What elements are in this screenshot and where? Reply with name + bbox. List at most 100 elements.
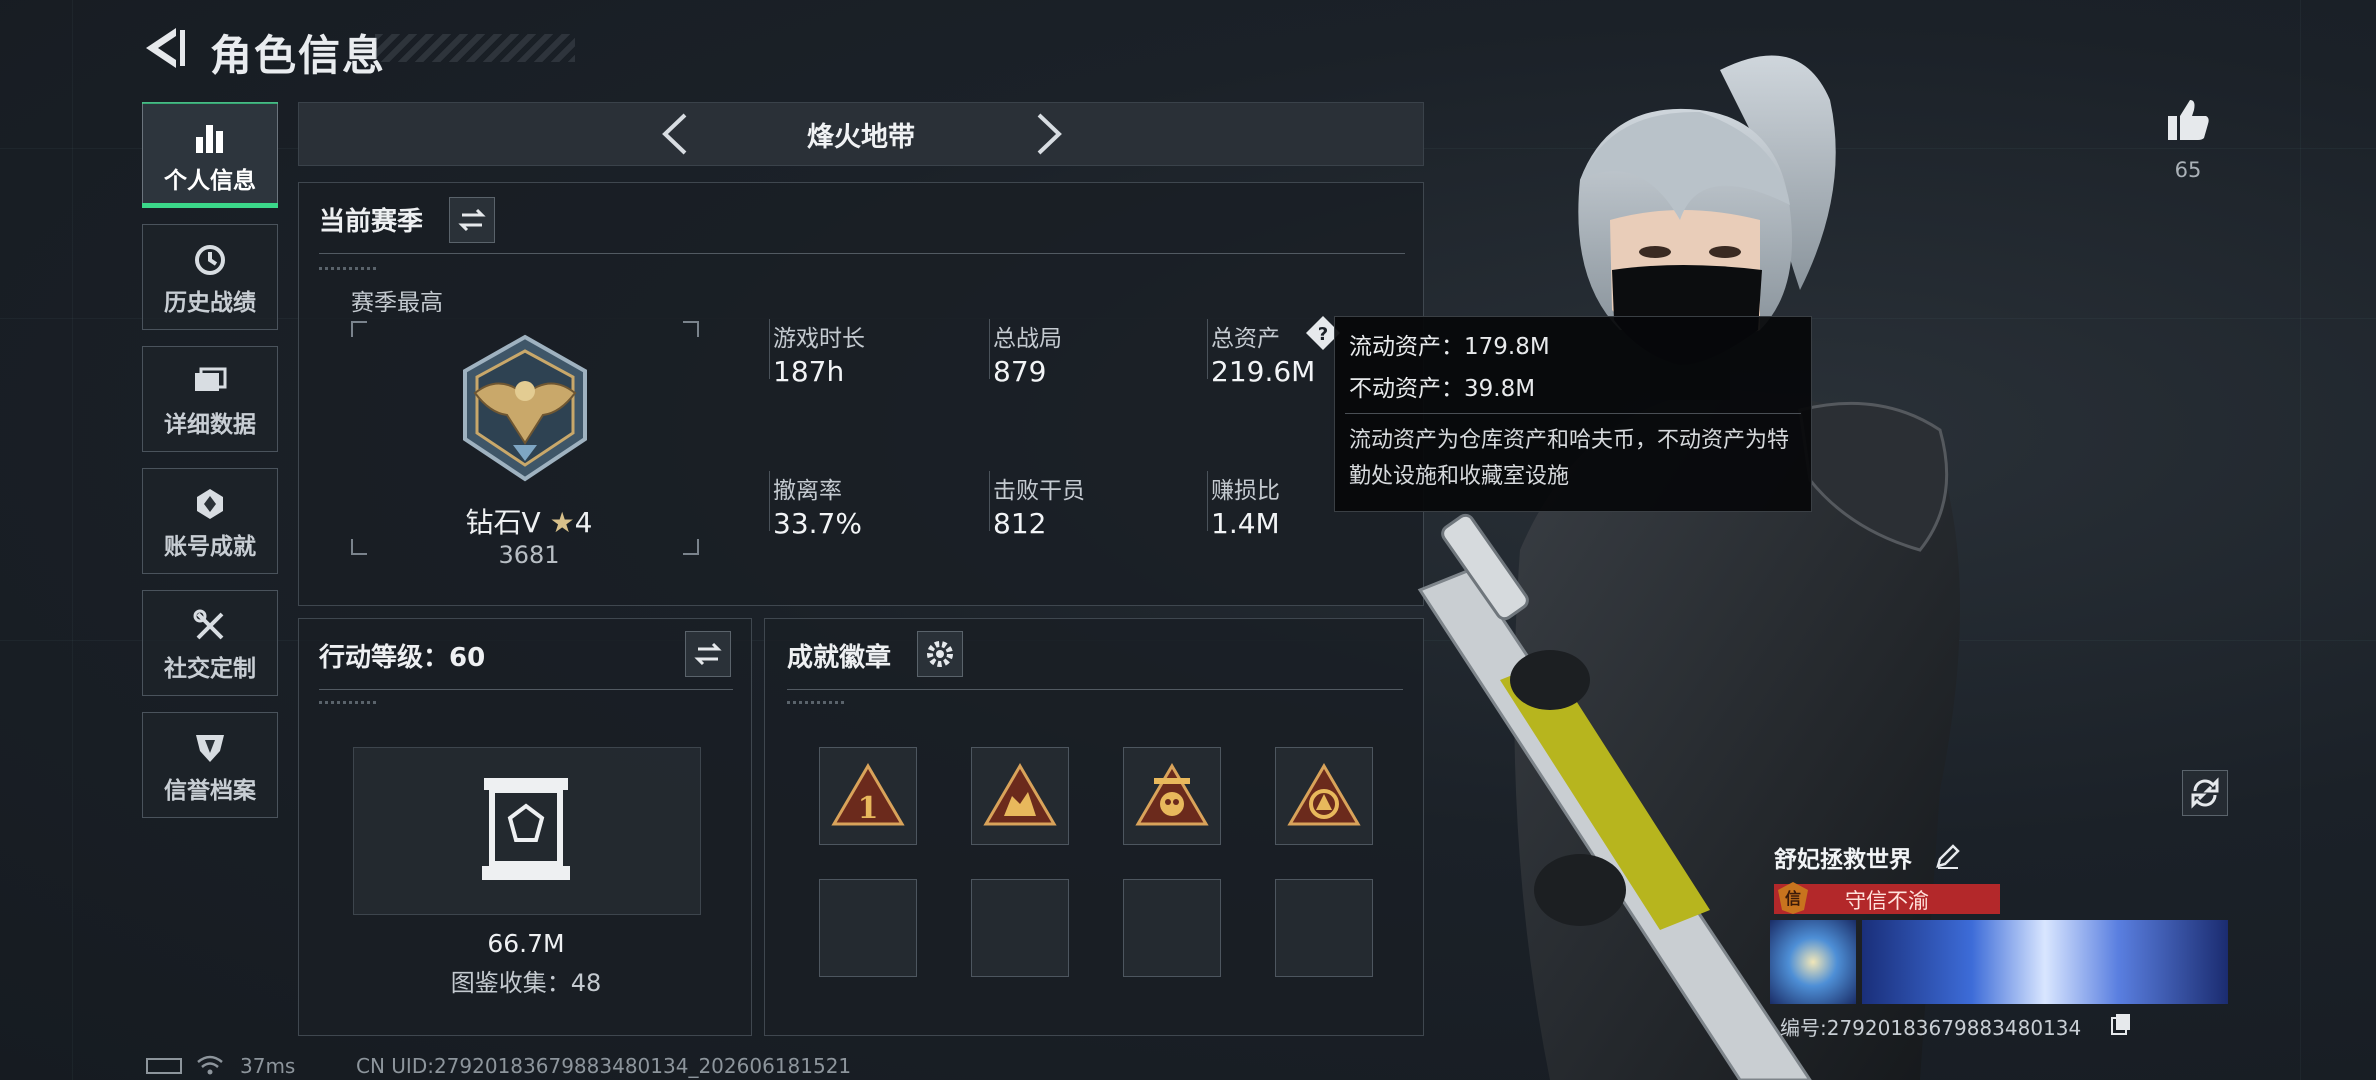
season-title: 当前赛季 bbox=[319, 207, 424, 237]
svg-text:?: ? bbox=[1318, 324, 1328, 345]
stat-value: 879 bbox=[993, 355, 1047, 388]
stat-divider bbox=[989, 319, 990, 379]
stat-divider bbox=[989, 471, 990, 531]
frame-corner bbox=[683, 539, 699, 555]
badge-slot[interactable] bbox=[971, 747, 1069, 845]
mode-name: 烽火地带 bbox=[807, 122, 915, 153]
badge-slot-empty[interactable] bbox=[1123, 879, 1221, 977]
current-season-panel: 当前赛季 赛季最高 钻石V ★4 3681 游戏时长 187h 总战局 879 … bbox=[298, 182, 1424, 606]
shield-emblem-icon bbox=[192, 731, 228, 765]
swap-arrows-icon bbox=[458, 208, 486, 232]
rank-emblem-icon bbox=[463, 334, 587, 482]
sidebar-item-reputation[interactable]: 信誉档案 bbox=[142, 712, 278, 818]
frame-corner bbox=[683, 321, 699, 337]
stat-value: 219.6M bbox=[1211, 355, 1316, 388]
tooltip-liquid-assets: 流动资产：179.8M bbox=[1349, 334, 1550, 360]
back-arrow-icon bbox=[146, 28, 185, 68]
page-title: 角色信息 bbox=[210, 31, 387, 80]
bar-chart-icon bbox=[192, 121, 228, 155]
action-level-panel: 行动等级：60 66.7M 图鉴收集：48 bbox=[298, 618, 752, 1036]
season-best-label: 赛季最高 bbox=[351, 290, 443, 316]
badge-slot-empty[interactable] bbox=[971, 879, 1069, 977]
badge-slot-empty[interactable] bbox=[819, 879, 917, 977]
refresh-icon bbox=[2191, 777, 2219, 809]
like-button[interactable] bbox=[2164, 96, 2212, 144]
badge-slot[interactable] bbox=[1275, 747, 1373, 845]
divider bbox=[319, 689, 733, 690]
badge-slot-empty[interactable] bbox=[1275, 879, 1373, 977]
wifi-icon bbox=[197, 1055, 223, 1075]
tooltip-fixed-assets: 不动资产：39.8M bbox=[1349, 376, 1536, 402]
frame-corner bbox=[351, 321, 367, 337]
rank-stars: 4 bbox=[574, 506, 593, 539]
divider bbox=[319, 253, 1405, 254]
sidebar-item-personal-info[interactable]: 个人信息 bbox=[142, 102, 278, 208]
sidebar-item-label: 详细数据 bbox=[164, 412, 256, 438]
badges-settings-button[interactable] bbox=[917, 631, 963, 677]
rank-score: 3681 bbox=[498, 541, 560, 569]
data-cards-icon bbox=[192, 365, 228, 399]
copy-icon bbox=[2111, 1014, 2130, 1035]
sidebar-item-label: 账号成就 bbox=[164, 534, 256, 560]
like-count: 65 bbox=[2174, 158, 2202, 182]
sidebar-item-label: 社交定制 bbox=[164, 656, 256, 682]
frame-corner bbox=[351, 539, 367, 555]
achievement-badges-panel: 成就徽章 1 bbox=[764, 618, 1424, 1036]
badge-slot[interactable]: 1 bbox=[819, 747, 917, 845]
badge-crest-icon bbox=[1287, 763, 1361, 826]
title-decoration bbox=[375, 34, 575, 62]
sidebar-item-achievements[interactable]: 账号成就 bbox=[142, 468, 278, 574]
network-ping: 37ms bbox=[240, 1054, 296, 1078]
divider bbox=[1345, 413, 1801, 414]
stat-label: 撤离率 bbox=[773, 478, 842, 504]
collection-value: 66.7M bbox=[487, 929, 565, 958]
avatar[interactable] bbox=[1770, 920, 1856, 1004]
name-card-banner[interactable] bbox=[1862, 920, 2228, 1004]
action-level-switch-button[interactable] bbox=[685, 631, 731, 677]
mode-selector: 烽火地带 bbox=[298, 102, 1424, 166]
stat-label: 总战局 bbox=[993, 326, 1062, 352]
stat-divider bbox=[769, 471, 770, 531]
stat-divider bbox=[1207, 319, 1208, 379]
reputation-tag: 信 守信不渝 bbox=[1774, 882, 2000, 914]
sidebar-item-detail-data[interactable]: 详细数据 bbox=[142, 346, 278, 452]
sidebar-item-social-custom[interactable]: 社交定制 bbox=[142, 590, 278, 696]
battery-icon bbox=[146, 1058, 182, 1074]
mode-next-button[interactable] bbox=[1023, 109, 1073, 159]
badge-skull-icon bbox=[1135, 763, 1209, 826]
sidebar-item-history[interactable]: 历史战绩 bbox=[142, 224, 278, 330]
chevron-right-icon bbox=[1037, 113, 1062, 155]
collection-count: 图鉴收集：48 bbox=[450, 969, 602, 997]
badge-slot[interactable] bbox=[1123, 747, 1221, 845]
swap-arrows-icon bbox=[694, 642, 722, 666]
stat-value: 33.7% bbox=[773, 507, 862, 540]
svg-text:1: 1 bbox=[858, 791, 879, 826]
player-id: 编号:27920183679883480134 bbox=[1780, 1016, 2082, 1040]
star-icon: ★ bbox=[549, 506, 575, 539]
back-button[interactable] bbox=[140, 22, 190, 74]
divider bbox=[787, 689, 1403, 690]
stat-label: 赚损比 bbox=[1211, 478, 1280, 504]
display-case-icon bbox=[482, 778, 570, 880]
edit-name-button[interactable] bbox=[1934, 842, 1962, 870]
divider bbox=[319, 267, 379, 270]
stat-divider bbox=[769, 319, 770, 379]
divider bbox=[319, 701, 379, 704]
refresh-button[interactable] bbox=[2182, 770, 2228, 816]
stat-label: 击败干员 bbox=[993, 478, 1085, 504]
action-level-title: 行动等级：60 bbox=[319, 643, 486, 673]
stat-label: 游戏时长 bbox=[773, 326, 865, 352]
season-switch-button[interactable] bbox=[449, 197, 495, 243]
stat-value: 1.4M bbox=[1211, 507, 1280, 540]
divider bbox=[787, 701, 847, 704]
stat-value: 812 bbox=[993, 507, 1047, 540]
collection-showcase[interactable] bbox=[353, 747, 701, 915]
stat-divider bbox=[1207, 471, 1208, 531]
badges-title: 成就徽章 bbox=[787, 643, 892, 673]
history-clock-icon bbox=[192, 243, 228, 277]
achievement-medal-icon bbox=[192, 487, 228, 521]
copy-id-button[interactable] bbox=[2110, 1012, 2132, 1036]
rank-name: 钻石V bbox=[465, 506, 541, 539]
pencil-icon bbox=[1936, 844, 1960, 869]
badge-beast-icon bbox=[983, 763, 1057, 826]
